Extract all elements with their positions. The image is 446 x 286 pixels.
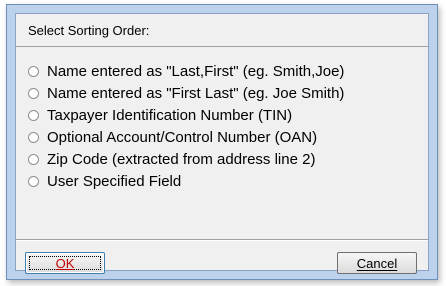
option-label: Zip Code (extracted from address line 2)	[47, 150, 316, 168]
ok-button[interactable]: OK	[25, 252, 105, 274]
radio-button[interactable]	[28, 65, 39, 77]
option-label: Name entered as "First Last" (eg. Joe Sm…	[47, 84, 345, 102]
footer-divider	[16, 239, 428, 241]
dialog-window: Select Sorting Order: Name entered as "L…	[6, 4, 438, 280]
option-label: User Specified Field	[47, 172, 182, 190]
cancel-button[interactable]: Cancel	[337, 252, 417, 274]
dialog-title: Select Sorting Order:	[28, 23, 150, 38]
option-first-last[interactable]: Name entered as "First Last" (eg. Joe Sm…	[28, 82, 420, 104]
ok-button-label: OK	[55, 255, 75, 271]
sorting-options: Name entered as "Last,First" (eg. Smith,…	[28, 60, 420, 192]
radio-button[interactable]	[28, 153, 39, 165]
radio-button[interactable]	[28, 131, 39, 143]
option-label: Name entered as "Last,First" (eg. Smith,…	[47, 62, 345, 80]
radio-button[interactable]	[28, 87, 39, 99]
option-label: Taxpayer Identification Number (TIN)	[47, 106, 293, 124]
option-last-first[interactable]: Name entered as "Last,First" (eg. Smith,…	[28, 60, 420, 82]
option-label: Optional Account/Control Number (OAN)	[47, 128, 318, 146]
radio-button[interactable]	[28, 175, 39, 187]
option-user-specified[interactable]: User Specified Field	[28, 170, 420, 192]
option-zip-code[interactable]: Zip Code (extracted from address line 2)	[28, 148, 420, 170]
option-oan[interactable]: Optional Account/Control Number (OAN)	[28, 126, 420, 148]
dialog-header: Select Sorting Order:	[16, 14, 428, 47]
option-tin[interactable]: Taxpayer Identification Number (TIN)	[28, 104, 420, 126]
cancel-button-label: Cancel	[356, 255, 398, 271]
dialog-body: Select Sorting Order: Name entered as "L…	[15, 13, 429, 274]
radio-button[interactable]	[28, 109, 39, 121]
